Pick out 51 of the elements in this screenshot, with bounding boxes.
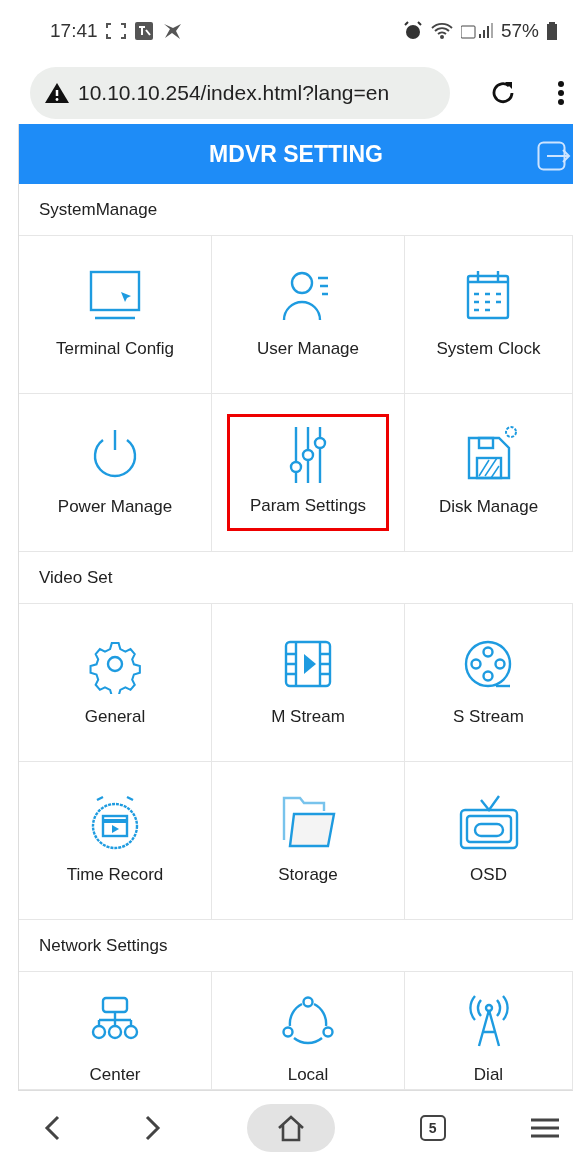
menu-tile[interactable]: Local (212, 972, 405, 1090)
back-icon[interactable] (44, 1114, 60, 1141)
menu-tile[interactable]: Center (19, 972, 212, 1090)
translate-icon (133, 21, 154, 41)
tile-label: Disk Manage (437, 495, 540, 518)
logout-icon[interactable] (537, 141, 571, 171)
tile-label: Power Manage (56, 495, 174, 518)
menu-tile[interactable]: Terminal Config (19, 236, 212, 394)
battery-percentage: 57% (500, 18, 539, 43)
menu-tile[interactable]: Time Record (19, 762, 212, 920)
menu-tile[interactable]: S Stream (405, 604, 573, 762)
section-heading: SystemManage (19, 184, 573, 236)
menu-tile[interactable]: System Clock (405, 236, 573, 394)
tile-label: Terminal Config (54, 337, 176, 360)
tile-label: Dial (472, 1063, 505, 1086)
menu-tile[interactable]: User Manage (212, 236, 405, 394)
tile-label: General (83, 705, 147, 728)
tile-label: Local (286, 1063, 330, 1086)
home-button[interactable] (246, 1103, 335, 1152)
wifi-icon (430, 22, 453, 40)
tile-label: M Stream (270, 705, 346, 728)
signal-icon (460, 22, 493, 40)
menu-icon[interactable] (531, 1116, 559, 1139)
tile-label: Storage (277, 863, 339, 886)
tab-switcher[interactable]: 5 (419, 1114, 446, 1141)
battery-icon (547, 22, 557, 40)
menu-tile[interactable]: Param Settings (212, 394, 405, 552)
tile-label: OSD (469, 863, 508, 886)
tile-label: System Clock (435, 337, 542, 360)
tile-label: Center (88, 1063, 142, 1086)
page-title: MDVR SETTING (209, 139, 383, 169)
menu-tile[interactable]: M Stream (212, 604, 405, 762)
menu-tile[interactable]: Dial (405, 972, 573, 1090)
forward-icon[interactable] (145, 1114, 162, 1141)
address-bar[interactable]: 10.10.10.254/index.html?lang=en (30, 67, 450, 119)
tile-label: Time Record (65, 863, 165, 886)
menu-tile[interactable]: Storage (212, 762, 405, 920)
more-options-icon[interactable] (557, 80, 565, 106)
status-time: 17:41 (50, 18, 98, 43)
tile-label: S Stream (452, 705, 525, 728)
menu-tile[interactable]: OSD (405, 762, 573, 920)
section-heading: Video Set (19, 552, 573, 604)
screenshot-icon (105, 23, 126, 39)
tile-label: Param Settings (248, 494, 368, 517)
menu-tile[interactable]: Power Manage (19, 394, 212, 552)
section-heading: Network Settings (19, 920, 573, 972)
menu-tile[interactable]: General (19, 604, 212, 762)
alarm-icon (402, 21, 423, 41)
menu-tile[interactable]: Disk Manage (405, 394, 573, 552)
tile-label: User Manage (255, 337, 361, 360)
warning-icon (44, 82, 70, 104)
